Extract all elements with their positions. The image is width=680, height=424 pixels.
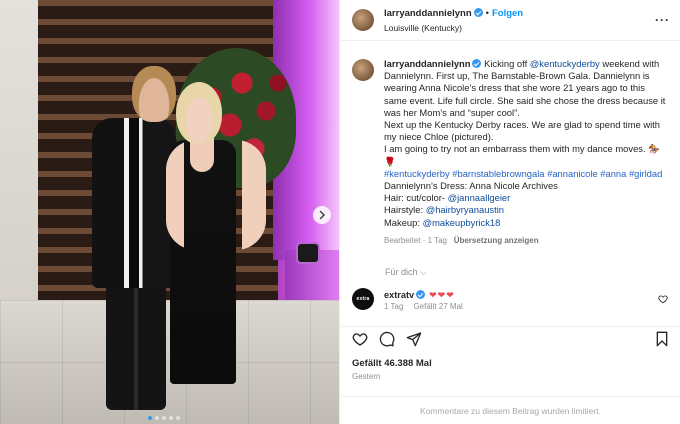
caption-edited: Bearbeitet · 1 Tag bbox=[384, 235, 448, 245]
post-header: larryanddannielynn • Folgen Louisville (Ke… bbox=[340, 0, 680, 41]
carousel-dot bbox=[162, 416, 166, 420]
instagram-post: larryanddannielynn • Folgen Louisville (Ke… bbox=[0, 0, 680, 424]
comment-username[interactable]: extratv bbox=[384, 290, 414, 300]
verified-badge-icon bbox=[473, 8, 483, 17]
photo-man-head bbox=[132, 66, 176, 122]
send-icon[interactable] bbox=[406, 331, 422, 347]
caption-line1-a: Kicking off bbox=[484, 58, 530, 69]
mention-makeup[interactable]: @makeupbyrick18 bbox=[423, 217, 501, 228]
author-username[interactable]: larryanddannielynn bbox=[384, 8, 472, 19]
caption-hairstyle-label: Hairstyle: bbox=[384, 204, 426, 216]
verified-badge-icon bbox=[472, 59, 482, 68]
more-options-icon[interactable]: ··· bbox=[655, 13, 670, 27]
comment-text: ❤❤❤ bbox=[429, 290, 455, 300]
caption-hashtags[interactable]: #kentuckyderby #barnstablebrowngala #ann… bbox=[384, 168, 669, 180]
mention-kentuckyderby[interactable]: @kentuckyderby bbox=[530, 58, 600, 69]
comment-item: extra extratv ❤❤❤ 1 Tag Gefällt 27 Mal bbox=[352, 288, 672, 318]
comment-likes[interactable]: Gefällt 27 Mal bbox=[413, 302, 462, 311]
follow-button[interactable]: Folgen bbox=[492, 8, 523, 19]
translate-link[interactable]: Übersetzung anzeigen bbox=[454, 236, 539, 245]
comment-like-heart-icon[interactable] bbox=[658, 294, 668, 304]
caption-block: larryanddannielynn Kicking off @kentucky… bbox=[340, 48, 680, 282]
carousel-dot bbox=[176, 416, 180, 420]
caption-hair-label: Hair: cut/color- bbox=[384, 192, 448, 204]
caption-text: larryanddannielynn Kicking off @kentucky… bbox=[384, 58, 669, 282]
comments-limited-notice: Kommentare zu diesem Beitrag wurden limi… bbox=[340, 396, 680, 424]
separator-dot: • bbox=[485, 8, 489, 19]
carousel-dots bbox=[148, 416, 180, 420]
caption-line3: I am going to try not an embarrass them … bbox=[384, 143, 660, 167]
photo-man-suit bbox=[92, 118, 176, 288]
caption-line2: Next up the Kentucky Derby races. We are… bbox=[384, 119, 661, 143]
mention-hair[interactable]: @jannaallgeier bbox=[448, 192, 511, 203]
post-photo[interactable] bbox=[0, 0, 339, 424]
carousel-dot bbox=[169, 416, 173, 420]
caption-author-avatar[interactable] bbox=[352, 59, 374, 81]
chevron-right-icon bbox=[319, 210, 326, 220]
caption-dress: Dannielynn’s Dress: Anna Nicole Archives bbox=[384, 180, 558, 192]
photo-woman-head bbox=[176, 82, 222, 144]
photo-woman-arms bbox=[166, 140, 266, 250]
caption-meta: Bearbeitet · 1 Tag Übersetzung anzeigen bbox=[384, 235, 669, 247]
action-bar bbox=[340, 326, 680, 350]
like-count[interactable]: Gefällt 46.388 Mal bbox=[352, 358, 432, 369]
comment-time: 1 Tag bbox=[384, 302, 404, 311]
post-side-panel: larryanddannielynn • Folgen Louisville (Ke… bbox=[339, 0, 680, 424]
post-location[interactable]: Louisville (Kentucky) bbox=[384, 21, 523, 35]
carousel-dot bbox=[148, 416, 152, 420]
verified-badge-icon bbox=[416, 290, 426, 299]
author-avatar[interactable] bbox=[352, 9, 374, 31]
caption-makeup-label: Makeup: bbox=[384, 216, 423, 228]
photo-speaker bbox=[298, 244, 318, 262]
mention-hairstyle[interactable]: @hairbyryanaustin bbox=[426, 204, 504, 215]
carousel-dot bbox=[155, 416, 159, 420]
carousel-next-button[interactable] bbox=[313, 206, 331, 224]
comment-avatar[interactable]: extra bbox=[352, 288, 374, 310]
post-date: Gestern bbox=[352, 372, 381, 381]
photo-man-legs bbox=[106, 280, 166, 410]
for-you-toggle[interactable]: Für dich ⌵ bbox=[385, 267, 427, 278]
comment-bubble-icon[interactable] bbox=[379, 331, 395, 347]
bookmark-icon[interactable] bbox=[654, 331, 670, 347]
like-heart-icon[interactable] bbox=[352, 331, 368, 347]
caption-username[interactable]: larryanddannielynn bbox=[384, 58, 470, 69]
